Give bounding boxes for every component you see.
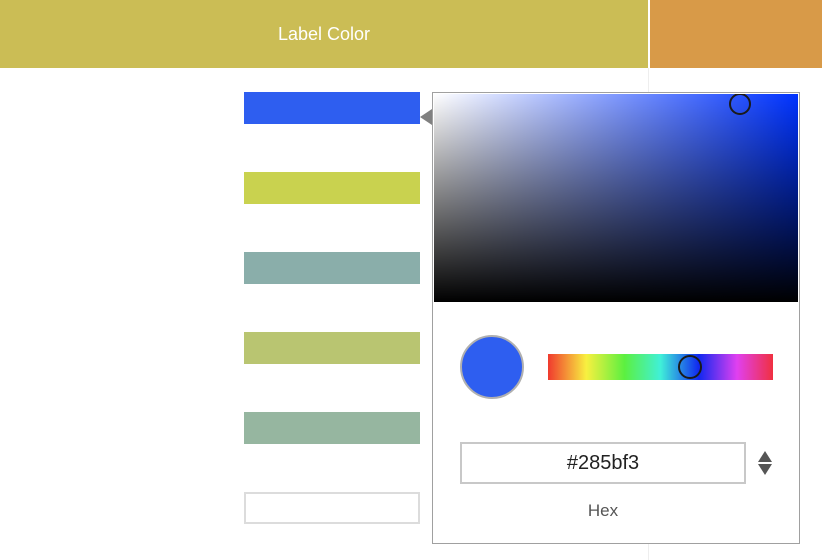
color-swatch-2[interactable] <box>244 172 420 204</box>
color-swatch-1[interactable] <box>244 92 420 124</box>
label-color-title: Label Color <box>277 23 371 44</box>
hue-slider[interactable] <box>548 354 773 380</box>
mode-up-arrow-icon[interactable] <box>758 451 772 462</box>
label-color-header: Label Color <box>0 0 648 68</box>
color-swatch-3[interactable] <box>244 252 420 284</box>
hex-input[interactable] <box>460 442 746 484</box>
color-swatch-4[interactable] <box>244 332 420 364</box>
hue-slider-handle[interactable] <box>677 355 702 379</box>
header-right-panel <box>650 0 822 68</box>
color-preview-circle <box>460 335 524 399</box>
color-picker-popover: Hex <box>432 92 800 544</box>
color-swatch-5[interactable] <box>244 412 420 444</box>
color-mode-toggle[interactable] <box>754 448 776 478</box>
mode-down-arrow-icon[interactable] <box>758 464 772 475</box>
picker-pointer <box>420 109 432 125</box>
black-gradient-layer <box>434 94 798 302</box>
saturation-brightness-handle[interactable] <box>728 94 751 116</box>
color-mode-label: Hex <box>587 501 619 520</box>
saturation-brightness-area[interactable] <box>434 94 798 302</box>
color-swatch-6[interactable] <box>244 492 420 524</box>
